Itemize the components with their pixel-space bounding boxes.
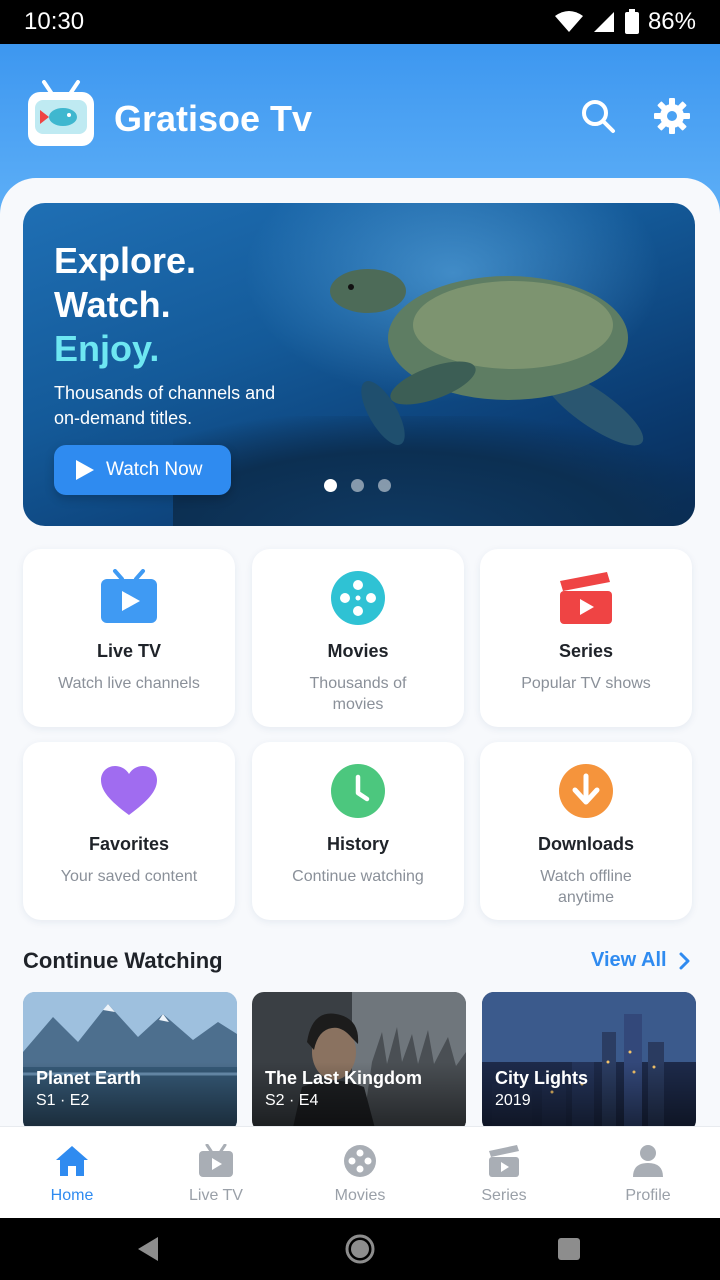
- nav-profile[interactable]: Profile: [576, 1127, 720, 1219]
- play-icon: [76, 460, 94, 480]
- main-content: Explore. Watch. Enjoy. Thousands of chan…: [0, 178, 720, 1126]
- watch-now-label: Watch Now: [106, 459, 203, 480]
- chevron-right-icon: [679, 952, 690, 969]
- tile-label: Live TV: [96, 641, 162, 661]
- tile-movies[interactable]: Movies Thousands of movies: [252, 549, 464, 727]
- carousel-dot[interactable]: [324, 479, 337, 492]
- nav-label: Home: [50, 1187, 94, 1204]
- tile-desc: Continue watching: [292, 868, 424, 885]
- tile-label: Series: [558, 641, 614, 661]
- tile-desc: Watch offline anytime: [540, 868, 632, 906]
- carousel-dots: [324, 479, 391, 492]
- app-title: Gratisoe Tv: [114, 98, 313, 139]
- nav-label: Series: [481, 1187, 527, 1204]
- hero-title-line2: Watch.: [54, 284, 171, 325]
- app-logo-icon: [26, 80, 96, 150]
- film-reel-icon: [329, 569, 387, 627]
- download-icon: [557, 762, 615, 820]
- tile-favorites[interactable]: Favorites Your saved content: [23, 742, 235, 920]
- continue-watching-title: Continue Watching: [23, 948, 223, 973]
- card-title: The Last Kingdom: [265, 1068, 422, 1088]
- tile-label: Movies: [327, 641, 389, 661]
- tile-desc: Popular TV shows: [521, 675, 651, 692]
- card-meta: S1 · E2: [36, 1092, 90, 1109]
- carousel-dot[interactable]: [351, 479, 364, 492]
- sea-turtle-image: [330, 269, 644, 446]
- tile-label: Downloads: [537, 834, 634, 854]
- view-all-link[interactable]: View All: [591, 949, 691, 972]
- hero-banner[interactable]: Explore. Watch. Enjoy. Thousands of chan…: [23, 203, 695, 526]
- clock-icon: [329, 762, 387, 820]
- continue-watching-card[interactable]: Planet Earth S1 · E2: [23, 992, 237, 1126]
- hero-title: Explore. Watch. Enjoy.: [54, 239, 196, 371]
- watch-now-button[interactable]: Watch Now: [54, 445, 231, 495]
- tile-desc: Watch live channels: [58, 675, 200, 692]
- person-icon: [630, 1143, 666, 1179]
- back-icon[interactable]: [136, 1236, 160, 1262]
- battery-level: 86%: [647, 8, 696, 35]
- tile-label: Favorites: [88, 834, 170, 854]
- status-icons: 86%: [554, 8, 696, 36]
- hero-title-line1: Explore.: [54, 240, 197, 281]
- search-button[interactable]: [578, 96, 618, 136]
- home-circle-icon[interactable]: [345, 1234, 375, 1264]
- wifi-icon: [554, 11, 583, 32]
- heart-icon: [100, 762, 158, 820]
- tile-history[interactable]: History Continue watching: [252, 742, 464, 920]
- gear-icon: [654, 98, 690, 134]
- tv-icon: [198, 1143, 234, 1179]
- tile-desc: Thousands of movies: [309, 675, 407, 713]
- battery-icon: [624, 9, 639, 34]
- carousel-dot[interactable]: [378, 479, 391, 492]
- view-all-label: View All: [591, 949, 667, 971]
- cell-signal-icon: [593, 12, 614, 32]
- continue-watching-card[interactable]: City Lights 2019: [482, 992, 696, 1126]
- tile-live-tv[interactable]: Live TV Watch live channels: [23, 549, 235, 727]
- status-time: 10:30: [24, 8, 85, 35]
- tile-downloads[interactable]: Downloads Watch offline anytime: [480, 742, 692, 920]
- nav-movies[interactable]: Movies: [288, 1127, 432, 1219]
- card-meta: 2019: [495, 1092, 531, 1109]
- clapperboard-icon: [486, 1143, 522, 1179]
- nav-live-tv[interactable]: Live TV: [144, 1127, 288, 1219]
- continue-watching-card[interactable]: The Last Kingdom S2 · E4: [252, 992, 466, 1126]
- nav-label: Movies: [334, 1187, 386, 1204]
- tile-desc: Your saved content: [60, 868, 198, 885]
- tv-play-icon: [100, 569, 158, 627]
- hero-subtitle: Thousands of channels and on-demand titl…: [54, 383, 276, 428]
- nav-series[interactable]: Series: [432, 1127, 576, 1219]
- system-nav-bar: [0, 1218, 720, 1280]
- tile-series[interactable]: Series Popular TV shows: [480, 549, 692, 727]
- film-reel-icon: [342, 1143, 378, 1179]
- card-meta: S2 · E4: [265, 1092, 319, 1109]
- bottom-nav: Home Live TV Movies Series Profile: [0, 1126, 720, 1218]
- hero-title-line3: Enjoy.: [54, 328, 160, 369]
- nav-home[interactable]: Home: [0, 1127, 144, 1219]
- tile-label: History: [326, 834, 389, 854]
- card-title: Planet Earth: [36, 1068, 142, 1088]
- search-icon: [582, 100, 615, 133]
- home-icon: [54, 1143, 90, 1179]
- nav-label: Profile: [625, 1187, 671, 1204]
- clapperboard-icon: [557, 569, 615, 627]
- settings-button[interactable]: [652, 96, 692, 136]
- status-bar: 10:30 86%: [0, 0, 720, 44]
- card-title: City Lights: [495, 1068, 588, 1088]
- recents-icon[interactable]: [557, 1237, 581, 1261]
- nav-label: Live TV: [189, 1187, 243, 1204]
